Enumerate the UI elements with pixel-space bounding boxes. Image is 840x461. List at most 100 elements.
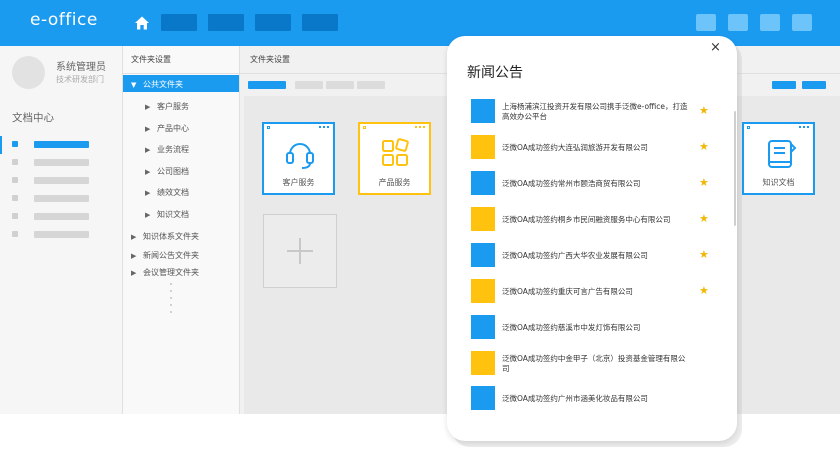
caret-right-icon[interactable]: ▶ bbox=[131, 233, 143, 241]
nav-menu-item[interactable] bbox=[208, 14, 244, 31]
home-icon[interactable] bbox=[134, 15, 150, 31]
caret-right-icon[interactable]: ▶ bbox=[145, 125, 157, 133]
news-title[interactable]: 泛微OA成功签约广州市涵美化妆品有限公司 bbox=[502, 394, 692, 404]
tree-item[interactable]: ▶ 新闻公告文件夹 bbox=[131, 250, 199, 261]
tree-item[interactable]: ▶ 客户服务 bbox=[145, 101, 189, 112]
book-icon bbox=[768, 140, 797, 168]
toolbar-button[interactable] bbox=[696, 14, 716, 31]
star-icon[interactable]: ★ bbox=[699, 176, 709, 189]
news-thumbnail bbox=[471, 351, 495, 375]
tree-item-label: 知识文档 bbox=[157, 210, 189, 219]
news-item[interactable]: 泛微OA成功签约桐乡市民间融资服务中心有限公司 ★ bbox=[471, 207, 721, 233]
tree-item-label: 客户服务 bbox=[157, 102, 189, 111]
ellipsis-dot bbox=[170, 283, 172, 285]
news-title[interactable]: 泛微OA成功签约大连弘润旅游开发有限公司 bbox=[502, 143, 692, 153]
star-icon[interactable]: ★ bbox=[699, 248, 709, 261]
toolbar-button[interactable] bbox=[792, 14, 812, 31]
news-title[interactable]: 泛微OA成功签约慈溪市中发灯饰有限公司 bbox=[502, 323, 692, 333]
news-thumbnail bbox=[471, 171, 495, 195]
active-indicator bbox=[0, 136, 2, 154]
tree-item-label: 绩效文档 bbox=[157, 188, 189, 197]
tree-item[interactable]: ▶ 知识文档 bbox=[145, 209, 189, 220]
news-title[interactable]: 泛微OA成功签约中金甲子（北京）投资基金管理有限公司 bbox=[502, 354, 692, 374]
star-icon[interactable]: ★ bbox=[699, 212, 709, 225]
left-sidebar: 系统管理员 技术研发部门 文档中心 bbox=[0, 46, 123, 414]
brand-logo: e-office bbox=[30, 10, 98, 30]
avatar[interactable] bbox=[12, 56, 45, 89]
toolbar-button[interactable] bbox=[248, 81, 286, 89]
news-item[interactable]: 泛微OA成功签约慈溪市中发灯饰有限公司 bbox=[471, 315, 721, 341]
tree-item[interactable]: ▶ 知识体系文件夹 bbox=[131, 231, 199, 242]
grid-icon bbox=[382, 138, 409, 166]
scrollbar[interactable] bbox=[734, 111, 736, 226]
tree-item[interactable]: ▶ 会议管理文件夹 bbox=[131, 267, 199, 278]
news-item[interactable]: 泛微OA成功签约广西大华农业发展有限公司 ★ bbox=[471, 243, 721, 269]
news-item[interactable]: 泛微OA成功签约重庆可言广告有限公司 ★ bbox=[471, 279, 721, 305]
tree-item[interactable]: ▶ 业务流程 bbox=[145, 144, 189, 155]
news-item[interactable]: 泛微OA成功签约大连弘润旅游开发有限公司 ★ bbox=[471, 135, 721, 161]
tile-label: 知识文档 bbox=[762, 178, 795, 187]
toolbar-button[interactable] bbox=[295, 81, 323, 89]
news-item[interactable]: 泛微OA成功签约中金甲子（北京）投资基金管理有限公司 bbox=[471, 351, 721, 377]
headset-icon bbox=[286, 143, 314, 169]
news-thumbnail bbox=[471, 207, 495, 231]
star-icon[interactable]: ★ bbox=[699, 140, 709, 153]
caret-right-icon[interactable]: ▶ bbox=[145, 168, 157, 176]
folder-tile[interactable]: 产品服务 bbox=[358, 122, 431, 195]
toolbar-button[interactable] bbox=[728, 14, 748, 31]
news-title[interactable]: 泛微OA成功签约重庆可言广告有限公司 bbox=[502, 287, 692, 297]
nav-menu-item[interactable] bbox=[161, 14, 197, 31]
tree-title: 文件夹设置 bbox=[131, 55, 171, 64]
tree-item-label: 公共文件夹 bbox=[143, 80, 183, 89]
toolbar-button[interactable] bbox=[802, 81, 826, 89]
toolbar-button[interactable] bbox=[772, 81, 796, 89]
tile-label: 产品服务 bbox=[378, 178, 411, 187]
close-icon[interactable]: × bbox=[710, 40, 721, 55]
toolbar-button[interactable] bbox=[357, 81, 385, 89]
news-thumbnail bbox=[471, 99, 495, 123]
news-title[interactable]: 泛微OA成功签约桐乡市民间融资服务中心有限公司 bbox=[502, 215, 692, 225]
toolbar-button[interactable] bbox=[326, 81, 354, 89]
toolbar-button[interactable] bbox=[760, 14, 780, 31]
tree-item-label: 知识体系文件夹 bbox=[143, 232, 199, 241]
section-title: 文档中心 bbox=[12, 112, 54, 124]
nav-menu-item[interactable] bbox=[255, 14, 291, 31]
news-item[interactable]: 上海杨浦滨江投资开发有限公司携手泛微e-office，打造高效办公平台 ★ bbox=[471, 99, 721, 125]
folder-tile[interactable]: 客户服务 bbox=[262, 122, 335, 195]
main-title: 文件夹设置 bbox=[250, 55, 290, 64]
nav-menu-item[interactable] bbox=[302, 14, 338, 31]
tree-item-label: 产品中心 bbox=[157, 124, 189, 133]
news-item[interactable]: 泛微OA成功签约广州市涵美化妆品有限公司 bbox=[471, 386, 721, 412]
caret-right-icon[interactable]: ▶ bbox=[145, 103, 157, 111]
modal-title: 新闻公告 bbox=[467, 65, 523, 81]
caret-right-icon[interactable]: ▶ bbox=[145, 211, 157, 219]
tile-label: 客户服务 bbox=[282, 178, 315, 187]
ellipsis-dot bbox=[170, 297, 172, 299]
ellipsis-dot bbox=[170, 311, 172, 313]
tree-item[interactable]: ▶ 产品中心 bbox=[145, 123, 189, 134]
add-folder-button[interactable] bbox=[263, 214, 337, 288]
caret-down-icon[interactable]: ▼ bbox=[131, 81, 143, 89]
tree-item[interactable]: ▶ 绩效文档 bbox=[145, 187, 189, 198]
news-title[interactable]: 泛微OA成功签约常州市颐浩商贸有限公司 bbox=[502, 179, 692, 189]
divider bbox=[123, 73, 239, 74]
tree-item[interactable]: ▶ 公司图档 bbox=[145, 166, 189, 177]
star-icon[interactable]: ★ bbox=[699, 284, 709, 297]
caret-right-icon[interactable]: ▶ bbox=[145, 189, 157, 197]
news-thumbnail bbox=[471, 243, 495, 267]
caret-right-icon[interactable]: ▶ bbox=[131, 252, 143, 260]
folder-tree: 文件夹设置 ▼ 公共文件夹 ▶ 客户服务 ▶ 产品中心 ▶ 业务流程 ▶ 公司图档 ▶ 绩效文档 ▶ 知识… bbox=[123, 46, 240, 414]
user-department: 技术研发部门 bbox=[56, 75, 104, 84]
news-modal: 新闻公告 × 上海杨浦滨江投资开发有限公司携手泛微e-office，打造高效办公… bbox=[447, 36, 737, 441]
tree-item[interactable]: ▼ 公共文件夹 bbox=[131, 79, 183, 90]
folder-tile[interactable]: 知识文档 bbox=[742, 122, 815, 195]
news-title[interactable]: 上海杨浦滨江投资开发有限公司携手泛微e-office，打造高效办公平台 bbox=[502, 102, 692, 122]
ellipsis-dot bbox=[170, 290, 172, 292]
caret-right-icon[interactable]: ▶ bbox=[131, 269, 143, 277]
news-thumbnail bbox=[471, 386, 495, 410]
news-title[interactable]: 泛微OA成功签约广西大华农业发展有限公司 bbox=[502, 251, 692, 261]
news-item[interactable]: 泛微OA成功签约常州市颐浩商贸有限公司 ★ bbox=[471, 171, 721, 197]
star-icon[interactable]: ★ bbox=[699, 104, 709, 117]
caret-right-icon[interactable]: ▶ bbox=[145, 146, 157, 154]
news-thumbnail bbox=[471, 135, 495, 159]
